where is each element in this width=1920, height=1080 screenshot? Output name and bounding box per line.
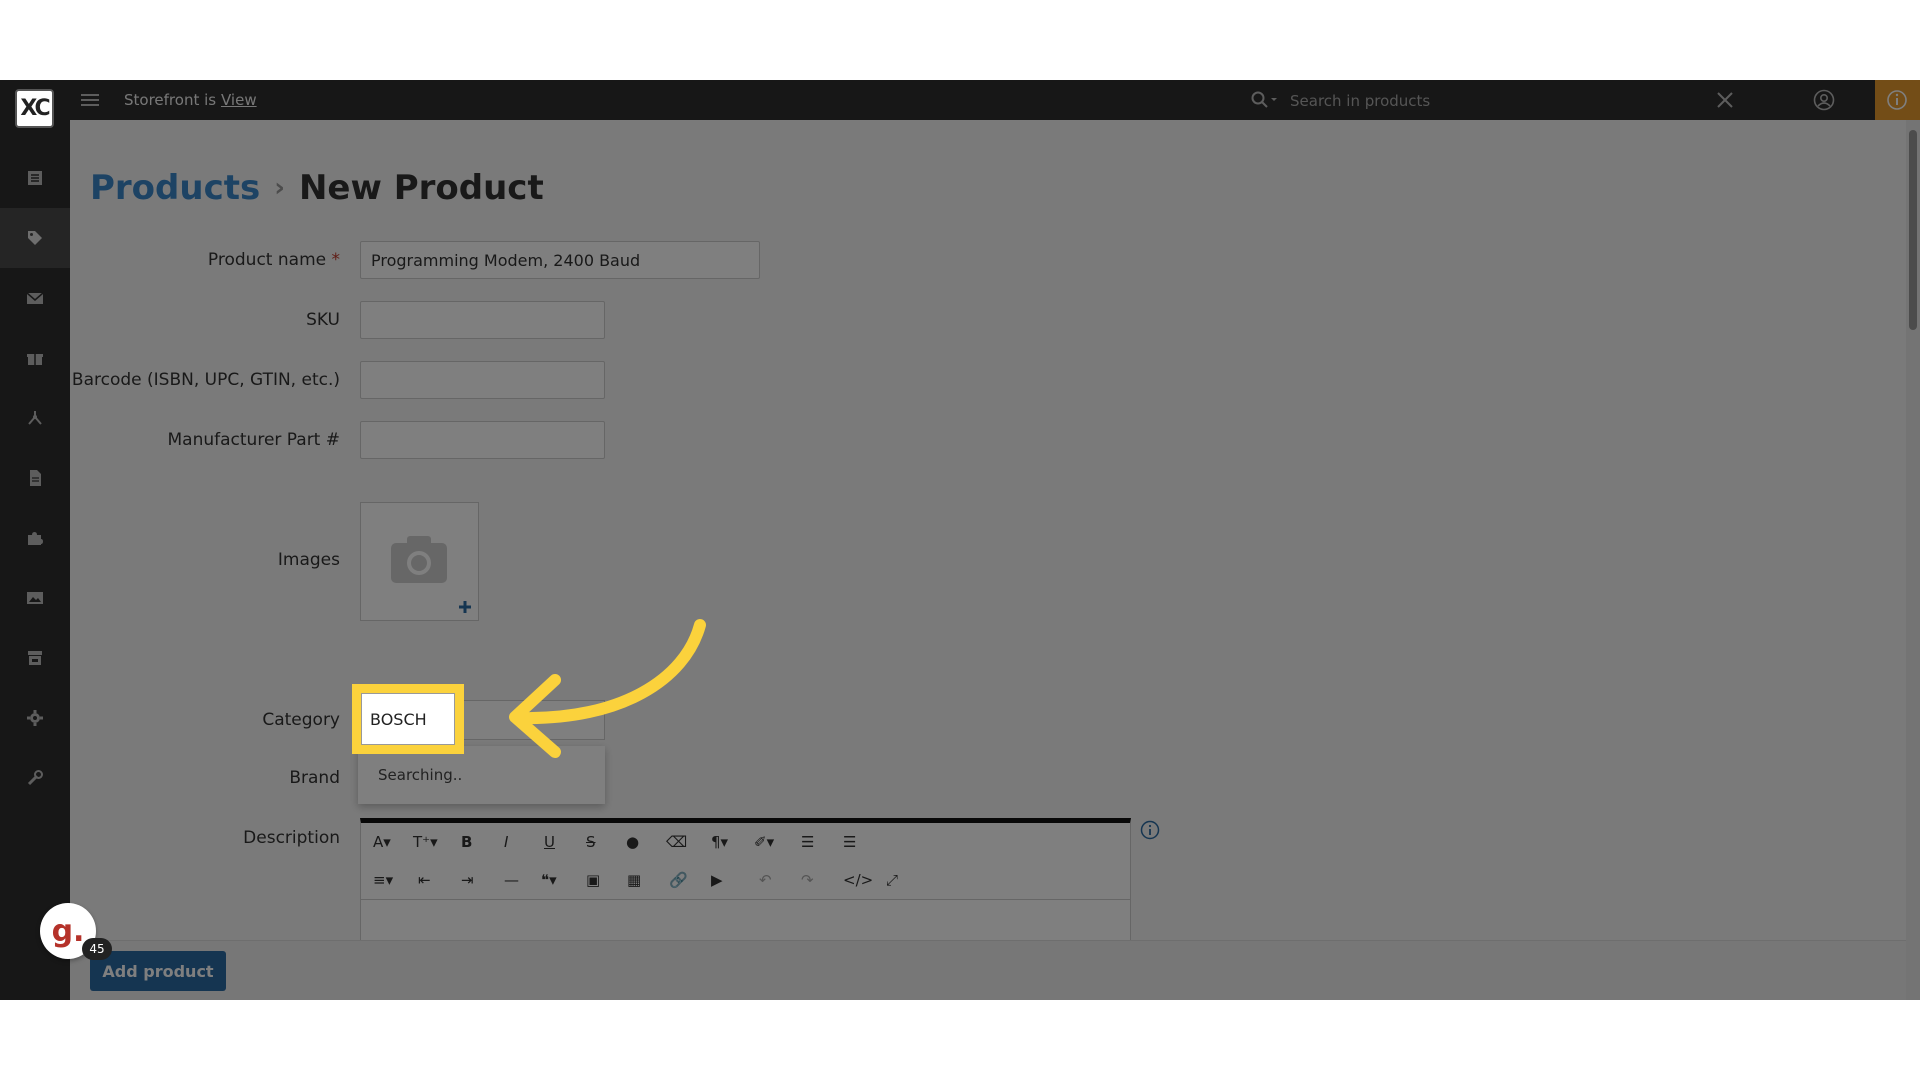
mpn-input[interactable] (360, 421, 605, 459)
images-label: Images (277, 550, 340, 570)
top-bar: Storefront is View (0, 80, 1920, 120)
breadcrumb-separator: › (274, 173, 285, 203)
product-name-label: Product name * (207, 250, 341, 270)
close-icon[interactable] (1715, 90, 1735, 110)
link-icon[interactable]: 🔗 (669, 869, 688, 891)
sidebar-item-settings[interactable] (0, 688, 70, 748)
sidebar-item-content[interactable] (0, 448, 70, 508)
info-icon[interactable] (1140, 820, 1160, 840)
scroll-thumb[interactable] (1909, 130, 1917, 330)
strikethrough-icon[interactable]: S (586, 831, 596, 853)
envelope-icon (26, 292, 44, 304)
scrollbar[interactable] (1906, 120, 1920, 1000)
camera-icon (389, 533, 449, 585)
product-search-input[interactable] (1288, 86, 1712, 116)
code-view-icon[interactable]: </> (843, 869, 873, 891)
storefront-status-text: Storefront is (124, 91, 217, 109)
font-icon[interactable]: A▾ (373, 831, 391, 853)
bold-icon[interactable]: B (461, 831, 472, 853)
list-icon (28, 171, 42, 185)
sidebar-item-promotions[interactable] (0, 328, 70, 388)
image-upload-box[interactable] (360, 502, 479, 621)
sku-label: SKU (306, 310, 340, 330)
quote-icon[interactable]: ❝▾ (541, 869, 557, 891)
undo-icon[interactable]: ↶ (759, 869, 772, 891)
info-tab[interactable] (1875, 80, 1920, 120)
tag-icon (28, 231, 42, 245)
product-name-input[interactable] (360, 241, 760, 279)
redo-icon[interactable]: ↷ (801, 869, 814, 891)
app-window: Storefront is View XC (0, 80, 1920, 1000)
editor-toolbar-row-1: A▾ T⁺▾ B I U S ● ⌫ ¶▾ ✐▾ ☰ ☰ (361, 823, 1130, 861)
breadcrumb: Products › New Product (90, 168, 544, 208)
video-icon[interactable]: ▶ (711, 869, 723, 891)
horizontal-rule-icon[interactable]: — (504, 869, 519, 891)
paragraph-icon[interactable]: ¶▾ (711, 831, 728, 853)
editor-toolbar-row-2: ≡▾ ⇤ ⇥ — ❝▾ ▣ ▦ 🔗 ▶ ↶ ↷ </> ⤢ (361, 861, 1130, 900)
description-label: Description (243, 828, 340, 848)
barcode-input[interactable] (360, 361, 605, 399)
required-mark: * (331, 250, 341, 270)
sidebar (0, 120, 70, 1000)
storefront-view-link[interactable]: View (221, 91, 257, 109)
image-icon (27, 592, 43, 604)
file-icon (30, 470, 41, 486)
puzzle-icon (28, 532, 43, 545)
align-icon[interactable]: ≡▾ (373, 869, 393, 891)
outdent-icon[interactable]: ⇤ (418, 869, 431, 891)
logo[interactable]: XC (15, 89, 54, 128)
sku-input[interactable] (360, 301, 605, 339)
footer-bar: Add product (70, 940, 1906, 1000)
network-icon (28, 411, 42, 425)
sidebar-item-messages[interactable] (0, 268, 70, 328)
hamburger-menu-icon[interactable] (81, 91, 99, 109)
unordered-list-icon[interactable]: ☰ (843, 831, 856, 853)
sidebar-item-system-tools[interactable] (0, 748, 70, 808)
breadcrumb-products-link[interactable]: Products (90, 168, 260, 208)
main-content: Products›New Product Product name * SKU … (70, 120, 1906, 1000)
add-product-button[interactable]: Add product (90, 951, 226, 991)
indent-icon[interactable]: ⇥ (461, 869, 474, 891)
table-icon[interactable]: ▦ (627, 869, 641, 891)
ordered-list-icon[interactable]: ☰ (801, 831, 814, 853)
category-label: Category (262, 710, 340, 730)
gear-icon (27, 710, 43, 726)
notification-badge: 45 (82, 938, 112, 960)
brand-label: Brand (289, 768, 340, 788)
sidebar-item-look-and-feel[interactable] (0, 568, 70, 628)
fullscreen-icon[interactable]: ⤢ (886, 869, 898, 891)
sidebar-item-store[interactable] (0, 628, 70, 688)
mpn-label: Manufacturer Part # (167, 430, 341, 450)
eraser-icon[interactable]: ⌫ (666, 831, 687, 853)
sidebar-item-orders[interactable] (0, 148, 70, 208)
search-icon[interactable] (1250, 90, 1280, 110)
category-input-highlight (352, 684, 464, 754)
insert-image-icon[interactable]: ▣ (586, 869, 600, 891)
add-image-plus-icon[interactable] (457, 599, 473, 615)
barcode-label: Barcode (ISBN, UPC, GTIN, etc.) (71, 370, 340, 390)
dropdown-status-text: Searching.. (378, 766, 463, 784)
font-size-icon[interactable]: T⁺▾ (413, 831, 438, 853)
page-title: New Product (298, 168, 544, 208)
sidebar-item-network[interactable] (0, 388, 70, 448)
sidebar-item-catalog[interactable] (0, 208, 70, 268)
color-icon[interactable]: ● (626, 831, 639, 853)
style-icon[interactable]: ✐▾ (754, 831, 774, 853)
underline-icon[interactable]: U (544, 831, 555, 853)
italic-icon[interactable]: I (504, 831, 508, 853)
gift-icon (27, 354, 43, 365)
user-account-icon[interactable] (1813, 89, 1835, 111)
sidebar-item-addons[interactable] (0, 508, 70, 568)
category-input[interactable] (361, 693, 455, 745)
wrench-icon (27, 770, 43, 786)
tutorial-arrow (509, 619, 706, 758)
store-icon (28, 651, 42, 665)
